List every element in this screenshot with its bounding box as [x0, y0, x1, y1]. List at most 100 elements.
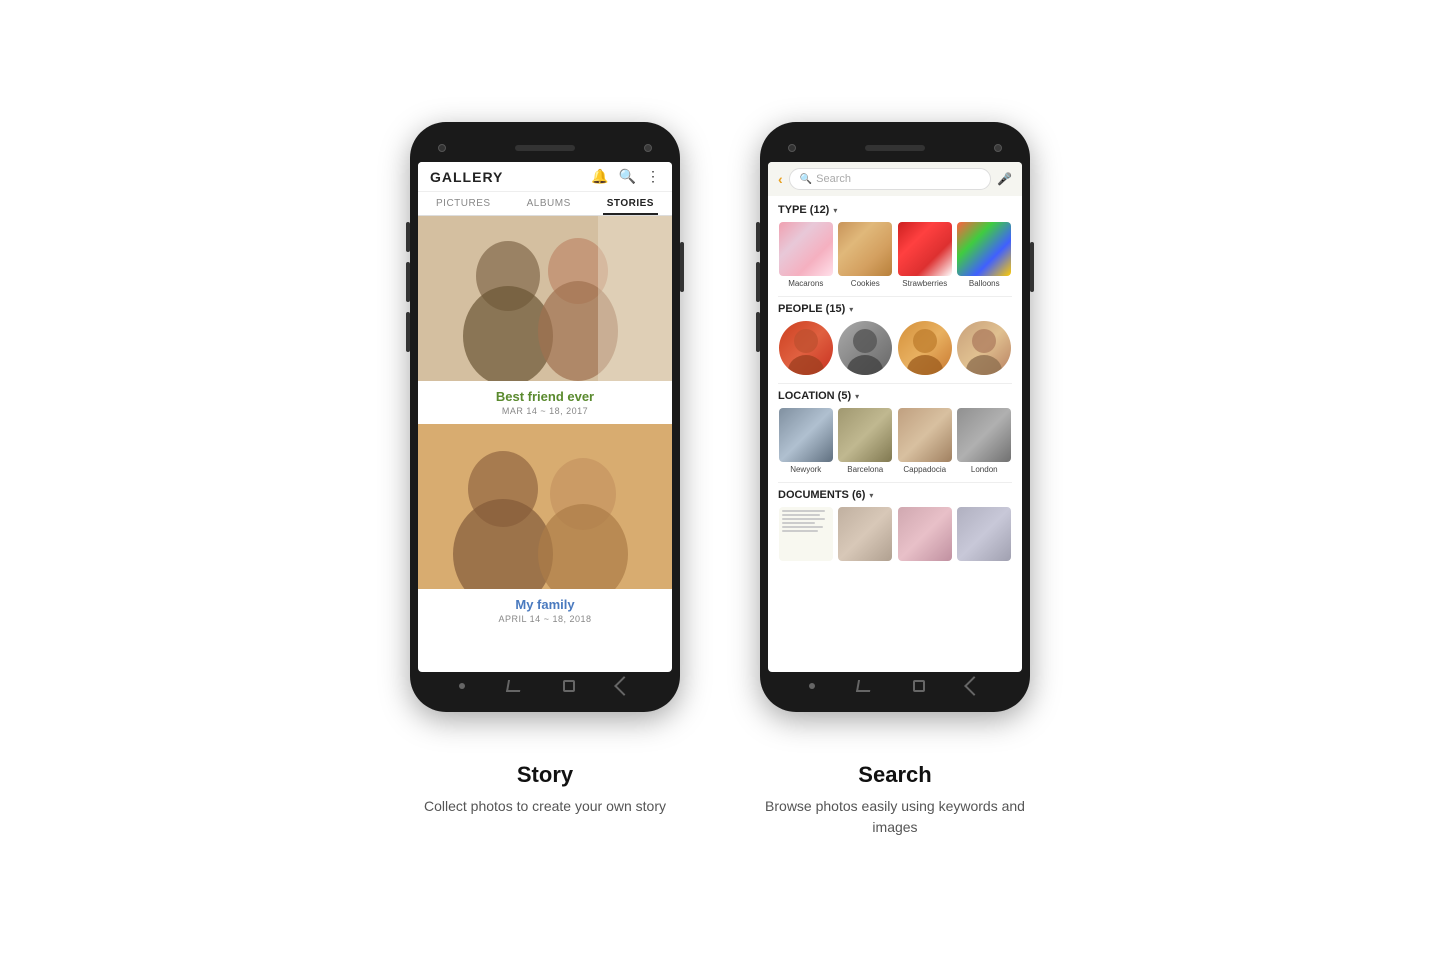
captions-section: Story Collect photos to create your own … [410, 762, 1030, 838]
story-caption-desc: Collect photos to create your own story [410, 796, 680, 817]
doc-item-2[interactable] [838, 507, 894, 564]
london-label: London [971, 465, 998, 474]
barcelona-label: Barcelona [847, 465, 883, 474]
person-item-4[interactable] [957, 321, 1013, 375]
people-grid [778, 321, 1012, 375]
people-section-header: PEOPLE (15) ▾ [778, 303, 1012, 315]
search-content: TYPE (12) ▾ Macarons Cookies [768, 196, 1022, 668]
person-item-2[interactable] [838, 321, 894, 375]
front-camera [438, 144, 446, 152]
phone1-frame: GALLERY 🔔 🔍 ⋮ PICTURES ALBUMS STORIES [410, 122, 680, 712]
type-item-balloons[interactable]: Balloons [957, 222, 1013, 288]
type-item-cookies[interactable]: Cookies [838, 222, 894, 288]
doc-item-4[interactable] [957, 507, 1013, 564]
newyork-label: Newyork [790, 465, 821, 474]
type-item-macarons[interactable]: Macarons [778, 222, 834, 288]
cookies-thumb [838, 222, 892, 276]
power-button [680, 242, 684, 292]
person-item-1[interactable] [778, 321, 834, 375]
phone1-section: GALLERY 🔔 🔍 ⋮ PICTURES ALBUMS STORIES [410, 122, 680, 712]
tab-pictures[interactable]: PICTURES [432, 192, 495, 215]
search-input-text[interactable]: Search [816, 173, 851, 185]
balloons-thumb [957, 222, 1011, 276]
person-item-3[interactable] [897, 321, 953, 375]
doc-3-thumb [898, 507, 952, 561]
story-card-family[interactable]: My family APRIL 14 ~ 18, 2018 [418, 424, 672, 632]
search-bar[interactable]: 🔍 Search [789, 168, 991, 190]
location-grid: Newyork Barcelona Cappadocia London [778, 408, 1012, 474]
phone1-bottom-nav [418, 672, 672, 700]
documents-title: DOCUMENTS (6) [778, 489, 865, 501]
person-4-thumb [957, 321, 1011, 375]
story-date-family: APRIL 14 ~ 18, 2018 [426, 614, 664, 624]
location-item-london[interactable]: London [957, 408, 1013, 474]
documents-grid [778, 507, 1012, 564]
person-2-thumb [838, 321, 892, 375]
search-header: ‹ 🔍 Search 🎤 [768, 162, 1022, 196]
doc-1-thumb [779, 507, 833, 561]
divider-3 [778, 482, 1012, 483]
doc-item-3[interactable] [897, 507, 953, 564]
type-title: TYPE (12) [778, 204, 829, 216]
location-item-barcelona[interactable]: Barcelona [838, 408, 894, 474]
london-thumb [957, 408, 1011, 462]
story-card-friends[interactable]: Best friend ever MAR 14 ~ 18, 2017 [418, 216, 672, 424]
location-title: LOCATION (5) [778, 390, 851, 402]
story-info-friends: Best friend ever MAR 14 ~ 18, 2017 [418, 381, 672, 424]
bell-icon[interactable]: 🔔 [591, 168, 608, 185]
volume-up-button [406, 222, 410, 252]
nav-back-icon[interactable] [614, 676, 634, 696]
macarons-thumb [779, 222, 833, 276]
phone2-bottom-nav [768, 672, 1022, 700]
phone2-section: ‹ 🔍 Search 🎤 TYPE (12) ▾ [760, 122, 1030, 712]
macarons-label: Macarons [788, 279, 823, 288]
cookies-label: Cookies [851, 279, 880, 288]
cappadocia-label: Cappadocia [903, 465, 946, 474]
search-icon-inner: 🔍 [800, 174, 812, 185]
doc-item-1[interactable] [778, 507, 834, 564]
search-icon[interactable]: 🔍 [619, 168, 636, 185]
barcelona-thumb [838, 408, 892, 462]
story-caption-title: Story [410, 762, 680, 788]
gallery-header: GALLERY 🔔 🔍 ⋮ [418, 162, 672, 192]
tab-albums[interactable]: ALBUMS [523, 192, 575, 215]
more-icon[interactable]: ⋮ [646, 168, 660, 185]
nav-home-icon-2[interactable] [913, 680, 925, 692]
location-item-cappadocia[interactable]: Cappadocia [897, 408, 953, 474]
gallery-tabs: PICTURES ALBUMS STORIES [418, 192, 672, 216]
tab-stories[interactable]: STORIES [603, 192, 658, 215]
bixby-button [406, 312, 410, 352]
person-1-thumb [779, 321, 833, 375]
type-section-header: TYPE (12) ▾ [778, 204, 1012, 216]
doc-2-thumb [838, 507, 892, 561]
documents-section-header: DOCUMENTS (6) ▾ [778, 489, 1012, 501]
nav-home-icon[interactable] [563, 680, 575, 692]
people-chevron-icon[interactable]: ▾ [849, 305, 853, 314]
nav-recent-icon[interactable] [506, 680, 522, 692]
phone2-screen: ‹ 🔍 Search 🎤 TYPE (12) ▾ [768, 162, 1022, 672]
doc-4-thumb [957, 507, 1011, 561]
strawberries-label: Strawberries [902, 279, 947, 288]
volume-up-button-2 [756, 222, 760, 252]
divider-1 [778, 296, 1012, 297]
location-chevron-icon[interactable]: ▾ [855, 392, 859, 401]
type-item-strawberries[interactable]: Strawberries [897, 222, 953, 288]
location-item-newyork[interactable]: Newyork [778, 408, 834, 474]
story-info-family: My family APRIL 14 ~ 18, 2018 [418, 589, 672, 632]
search-caption-title: Search [760, 762, 1030, 788]
back-button[interactable]: ‹ [778, 171, 783, 187]
type-chevron-icon[interactable]: ▾ [833, 206, 837, 215]
nav-dot[interactable] [459, 683, 465, 689]
phones-container: GALLERY 🔔 🔍 ⋮ PICTURES ALBUMS STORIES [410, 122, 1030, 712]
bixby-button-2 [756, 312, 760, 352]
nav-dot-2[interactable] [809, 683, 815, 689]
caption-search: Search Browse photos easily using keywor… [760, 762, 1030, 838]
balloons-label: Balloons [969, 279, 1000, 288]
type-grid: Macarons Cookies Strawberries Ballo [778, 222, 1012, 288]
microphone-icon[interactable]: 🎤 [997, 172, 1012, 186]
story-date-friends: MAR 14 ~ 18, 2017 [426, 406, 664, 416]
divider-2 [778, 383, 1012, 384]
documents-chevron-icon[interactable]: ▾ [869, 491, 873, 500]
nav-recent-icon-2[interactable] [856, 680, 872, 692]
nav-back-icon-2[interactable] [964, 676, 984, 696]
